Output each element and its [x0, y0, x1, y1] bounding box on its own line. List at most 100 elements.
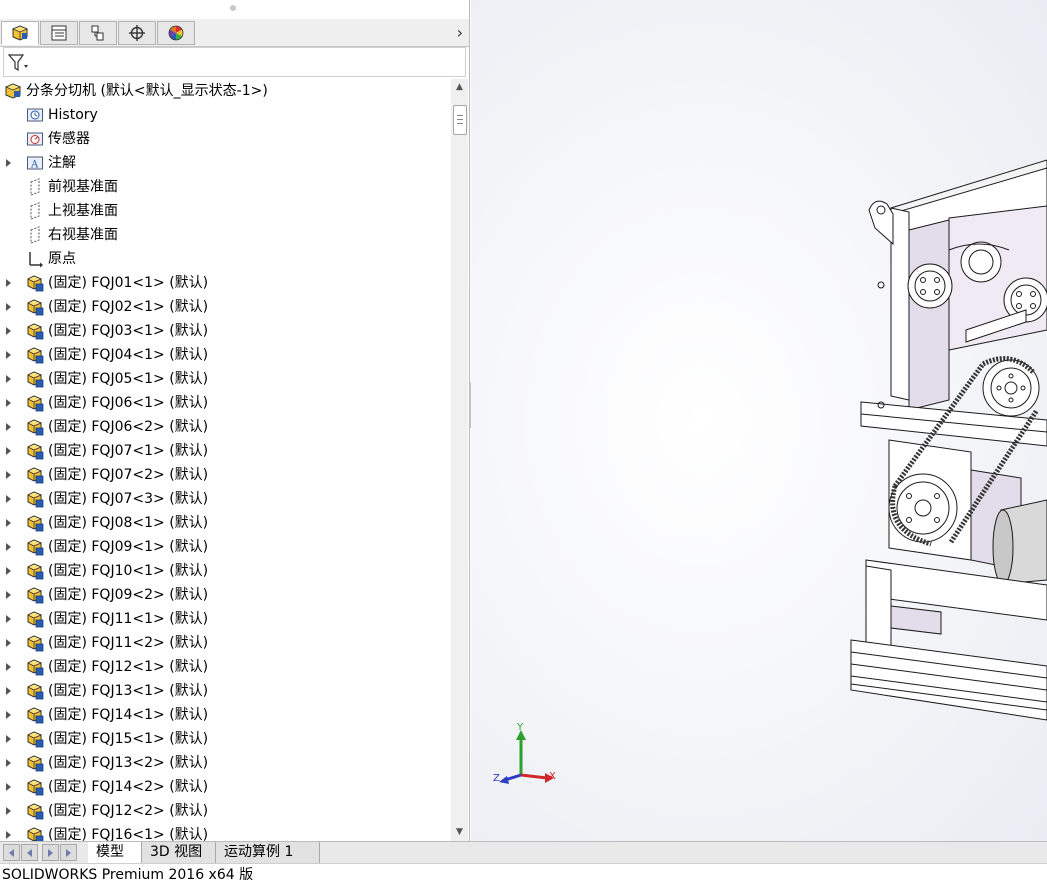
tree-component[interactable]: (固定) FQJ09<1> (默认)	[0, 535, 450, 559]
expand-caret-icon[interactable]	[6, 303, 11, 311]
tab-display-manager[interactable]	[157, 21, 195, 45]
expand-caret-icon[interactable]	[6, 663, 11, 671]
expand-caret-icon[interactable]	[6, 375, 11, 383]
tree-scrollbar[interactable]: ▲ ▼	[451, 79, 468, 841]
prev-tab-button[interactable]	[21, 844, 38, 861]
tree-item[interactable]: 右视基准面	[0, 223, 450, 247]
tab-feature-manager[interactable]	[1, 21, 39, 45]
reference-triad	[499, 730, 554, 784]
svg-text:A: A	[30, 160, 39, 171]
part-icon	[26, 514, 44, 532]
tree-component[interactable]: (固定) FQJ11<2> (默认)	[0, 631, 450, 655]
expand-caret-icon[interactable]	[6, 711, 11, 719]
tree-component[interactable]: (固定) FQJ01<1> (默认)	[0, 271, 450, 295]
tree-component[interactable]: (固定) FQJ05<1> (默认)	[0, 367, 450, 391]
expand-caret-icon[interactable]	[6, 807, 11, 815]
part-icon	[26, 490, 44, 508]
tree-item-label: (固定) FQJ13<2> (默认)	[48, 755, 209, 771]
expand-caret-icon[interactable]	[6, 519, 11, 527]
tree-component[interactable]: (固定) FQJ13<2> (默认)	[0, 751, 450, 775]
tree-root-assembly[interactable]: 分条分切机 (默认<默认_显示状态-1>)	[0, 79, 450, 103]
tree-component[interactable]: (固定) FQJ14<2> (默认)	[0, 775, 450, 799]
plane-icon	[26, 202, 44, 220]
tree-item-label: 上视基准面	[48, 203, 118, 219]
assembly-model[interactable]	[471, 0, 1047, 841]
tree-component[interactable]: (固定) FQJ10<1> (默认)	[0, 559, 450, 583]
triad-x-label: X	[549, 771, 556, 782]
part-icon	[26, 754, 44, 772]
expand-caret-icon[interactable]	[6, 591, 11, 599]
scroll-down-icon[interactable]: ▼	[451, 824, 468, 841]
expand-caret-icon[interactable]	[6, 351, 11, 359]
tree-component[interactable]: (固定) FQJ07<1> (默认)	[0, 439, 450, 463]
panel-grip[interactable]	[0, 0, 469, 18]
tab-dimxpert-manager[interactable]	[118, 21, 156, 45]
scroll-thumb[interactable]	[453, 105, 467, 135]
tab-3d-view[interactable]: 3D 视图	[142, 842, 216, 863]
tree-item[interactable]: 传感器	[0, 127, 450, 151]
tab-configuration-manager[interactable]	[79, 21, 117, 45]
graphics-viewport[interactable]: Y X Z	[471, 0, 1047, 841]
expand-caret-icon[interactable]	[6, 687, 11, 695]
tree-component[interactable]: (固定) FQJ02<1> (默认)	[0, 295, 450, 319]
tree-component[interactable]: (固定) FQJ04<1> (默认)	[0, 343, 450, 367]
tree-component[interactable]: (固定) FQJ06<1> (默认)	[0, 391, 450, 415]
tree-component[interactable]: (固定) FQJ13<1> (默认)	[0, 679, 450, 703]
expand-caret-icon[interactable]	[6, 159, 11, 167]
tree-item-label: (固定) FQJ06<1> (默认)	[48, 395, 209, 411]
scroll-up-icon[interactable]: ▲	[451, 79, 468, 96]
expand-caret-icon[interactable]	[6, 759, 11, 767]
next-tab-button[interactable]	[42, 844, 59, 861]
last-tab-button[interactable]	[60, 844, 77, 861]
expand-caret-icon[interactable]	[6, 567, 11, 575]
tree-component[interactable]: (固定) FQJ07<2> (默认)	[0, 463, 450, 487]
part-icon	[26, 346, 44, 364]
expand-caret-icon[interactable]	[6, 615, 11, 623]
expand-caret-icon[interactable]	[6, 471, 11, 479]
tree-item-label: (固定) FQJ05<1> (默认)	[48, 371, 209, 387]
tab-property-manager[interactable]	[40, 21, 78, 45]
expand-caret-icon[interactable]	[6, 783, 11, 791]
tree-component[interactable]: (固定) FQJ08<1> (默认)	[0, 511, 450, 535]
tree-item[interactable]: History	[0, 103, 450, 127]
tree-component[interactable]: (固定) FQJ12<2> (默认)	[0, 799, 450, 823]
expand-caret-icon[interactable]	[6, 423, 11, 431]
tab-motion-study-1[interactable]: 运动算例 1	[216, 842, 320, 863]
tree-component[interactable]: (固定) FQJ09<2> (默认)	[0, 583, 450, 607]
tree-item[interactable]: 上视基准面	[0, 199, 450, 223]
part-icon	[26, 418, 44, 436]
tree-component[interactable]: (固定) FQJ14<1> (默认)	[0, 703, 450, 727]
tree-component[interactable]: (固定) FQJ07<3> (默认)	[0, 487, 450, 511]
part-icon	[26, 778, 44, 796]
tree-component[interactable]: (固定) FQJ16<1> (默认)	[0, 823, 450, 841]
dimxpert-manager-icon	[129, 25, 145, 41]
tree-component[interactable]: (固定) FQJ06<2> (默认)	[0, 415, 450, 439]
triad-y-label: Y	[517, 722, 524, 733]
expand-caret-icon[interactable]	[6, 495, 11, 503]
expand-caret-icon[interactable]	[6, 831, 11, 839]
tree-item[interactable]: 前视基准面	[0, 175, 450, 199]
expand-caret-icon[interactable]	[6, 327, 11, 335]
expand-caret-icon[interactable]	[6, 447, 11, 455]
first-tab-button[interactable]	[3, 844, 20, 861]
tree-item[interactable]: A 注解	[0, 151, 450, 175]
tree-component[interactable]: (固定) FQJ11<1> (默认)	[0, 607, 450, 631]
part-icon	[26, 802, 44, 820]
expand-panel-icon[interactable]: ›	[457, 23, 463, 42]
expand-caret-icon[interactable]	[6, 639, 11, 647]
expand-caret-icon[interactable]	[6, 279, 11, 287]
tree-filter-bar[interactable]	[3, 47, 466, 77]
expand-caret-icon[interactable]	[6, 399, 11, 407]
expand-caret-icon[interactable]	[6, 543, 11, 551]
tree-item-label: (固定) FQJ15<1> (默认)	[48, 731, 209, 747]
tree-item-label: (固定) FQJ12<1> (默认)	[48, 659, 209, 675]
tree-component[interactable]: (固定) FQJ03<1> (默认)	[0, 319, 450, 343]
tree-item[interactable]: 原点	[0, 247, 450, 271]
tree-item-label: 右视基准面	[48, 227, 118, 243]
expand-caret-icon[interactable]	[6, 735, 11, 743]
tab-model[interactable]: 模型	[88, 842, 142, 863]
part-icon	[26, 370, 44, 388]
tree-component[interactable]: (固定) FQJ15<1> (默认)	[0, 727, 450, 751]
tree-component[interactable]: (固定) FQJ12<1> (默认)	[0, 655, 450, 679]
filter-icon[interactable]	[8, 53, 30, 73]
